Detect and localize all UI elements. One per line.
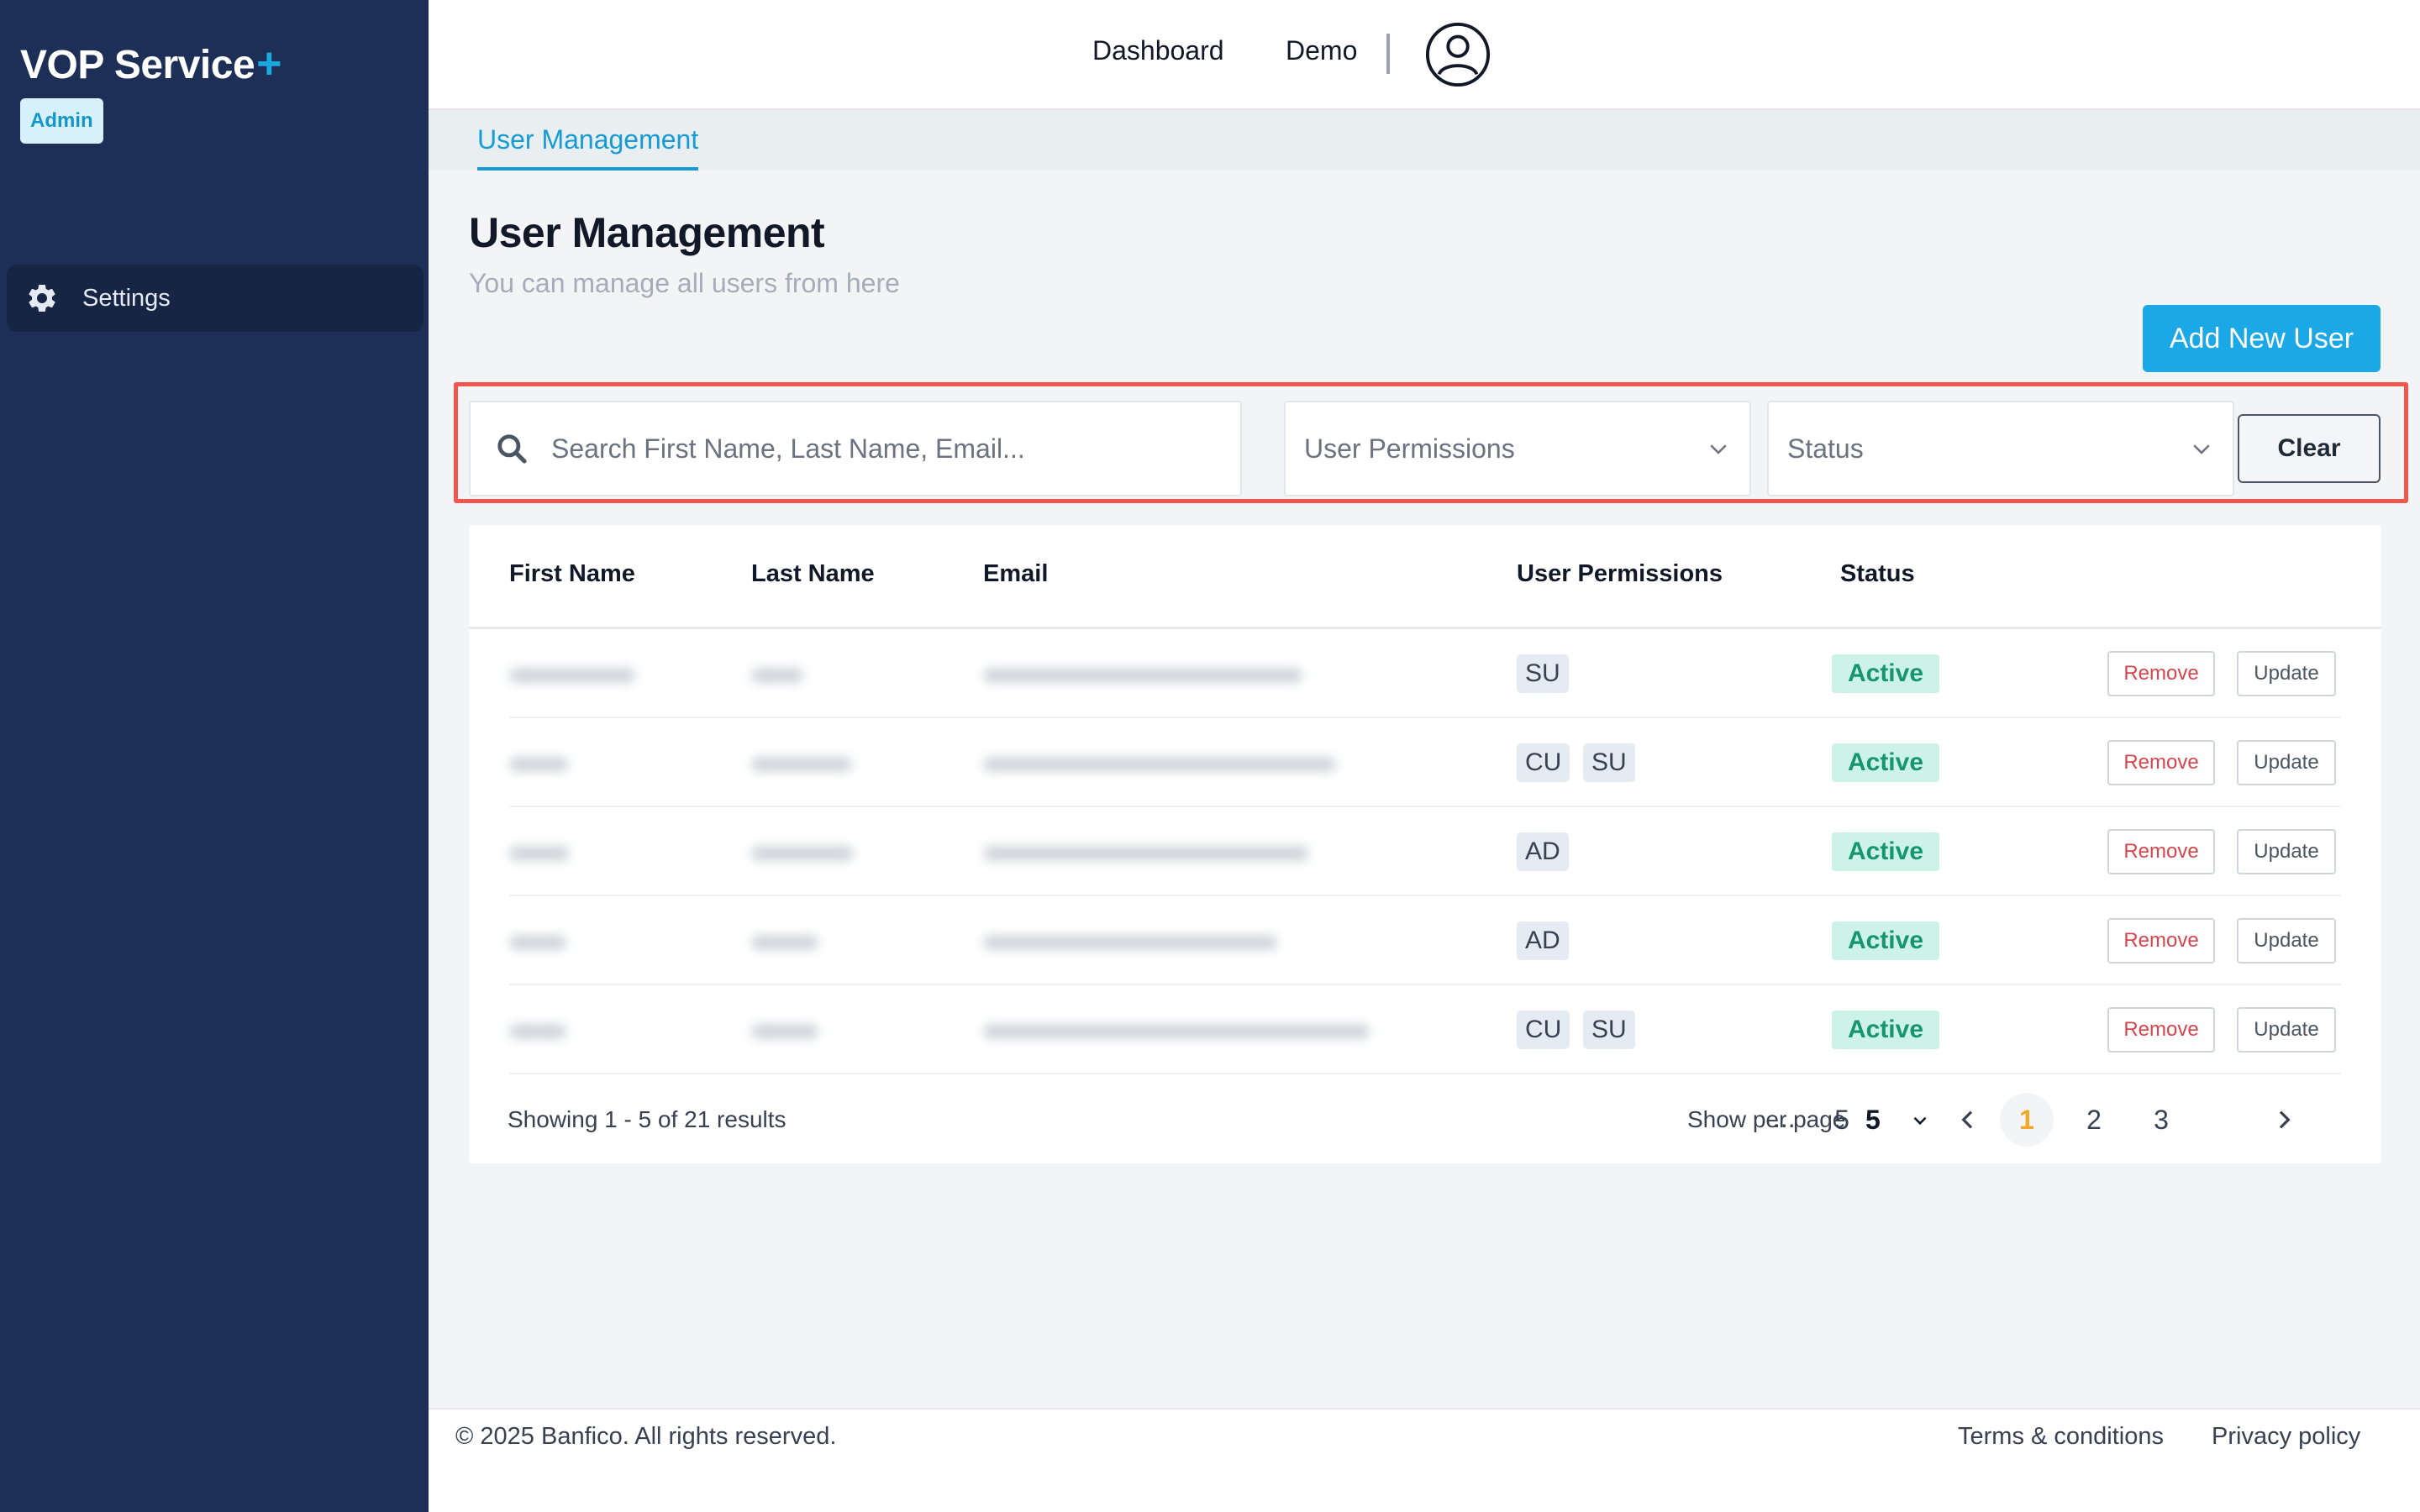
status-badge: Active (1832, 1011, 1939, 1049)
search-input[interactable] (551, 402, 1240, 495)
email-redacted (983, 668, 1302, 683)
first-name-redacted (509, 935, 566, 950)
update-user-button[interactable]: Update (2237, 651, 2336, 696)
email-redacted (983, 1024, 1370, 1039)
remove-user-button[interactable]: Remove (2107, 829, 2215, 874)
status-badge: Active (1832, 832, 1939, 871)
terms-link[interactable]: Terms & conditions (1958, 1423, 2164, 1451)
permission-tag: CU (1517, 743, 1570, 782)
update-user-button[interactable]: Update (2237, 1007, 2336, 1053)
gear-icon (29, 284, 55, 312)
table-row: CU SU Active Remove Update (469, 718, 2381, 807)
column-header-email[interactable]: Email (983, 560, 1048, 588)
first-name-redacted (509, 846, 570, 861)
app-root: VOP Service+ Admin Settings Dashboard De… (0, 0, 2420, 1512)
permission-tag: AD (1517, 921, 1569, 960)
brand-name: VOP Service (20, 43, 255, 87)
copyright-text: © 2025 Banfico. All rights reserved. (455, 1423, 837, 1450)
table-row: AD Active Remove Update (469, 807, 2381, 896)
table-row: AD Active Remove Update (469, 896, 2381, 985)
column-header-user-permissions[interactable]: User Permissions (1517, 560, 1723, 588)
update-user-button[interactable]: Update (2237, 829, 2336, 874)
user-permissions-select[interactable]: User Permissions (1284, 401, 1751, 496)
status-select-value: Status (1787, 433, 1864, 464)
table-header: First Name Last Name Email User Permissi… (469, 525, 2381, 629)
table-row: CU SU Active Remove Update (469, 985, 2381, 1074)
last-name-redacted (751, 1024, 818, 1039)
page-button-1[interactable]: 1 (2000, 1093, 2054, 1147)
sidebar: VOP Service+ Admin Settings (0, 0, 429, 1512)
last-name-redacted (751, 846, 854, 861)
page-button-2[interactable]: 2 (2067, 1093, 2121, 1147)
status-select[interactable]: Status (1767, 401, 2234, 496)
status-badge: Active (1832, 654, 1939, 693)
search-icon (497, 434, 527, 464)
page-button-5[interactable]: 5 (1815, 1093, 1869, 1147)
topbar-divider (1386, 34, 1390, 74)
brand-plus-icon: + (256, 39, 282, 88)
search-box[interactable] (469, 401, 1242, 496)
update-user-button[interactable]: Update (2237, 918, 2336, 963)
topbar: Dashboard Demo (429, 0, 2420, 110)
page-ellipsis: ... (1773, 1103, 1796, 1133)
pagination-bar: Showing 1 - 5 of 21 results Show per pag… (469, 1073, 2381, 1163)
chevron-down-icon[interactable] (1909, 1110, 1931, 1131)
first-name-redacted (509, 1024, 566, 1039)
last-name-redacted (751, 935, 818, 950)
remove-user-button[interactable]: Remove (2107, 740, 2215, 785)
role-badge: Admin (20, 98, 103, 144)
chevron-left-icon[interactable] (1954, 1106, 1981, 1133)
tab-user-management[interactable]: User Management (477, 124, 699, 171)
permission-tag: CU (1517, 1011, 1570, 1049)
permission-tag: SU (1583, 743, 1635, 782)
column-header-last-name[interactable]: Last Name (751, 560, 875, 588)
remove-user-button[interactable]: Remove (2107, 1007, 2215, 1053)
remove-user-button[interactable]: Remove (2107, 651, 2215, 696)
last-name-redacted (751, 668, 803, 683)
page-subtitle: You can manage all users from here (469, 268, 900, 298)
first-name-redacted (509, 757, 568, 772)
table-row: SU Active Remove Update (469, 629, 2381, 718)
column-header-status[interactable]: Status (1840, 560, 1915, 588)
main-content: User Management You can manage all users… (429, 171, 2420, 1408)
nav-demo-link[interactable]: Demo (1286, 35, 1357, 66)
chevron-right-icon[interactable] (2270, 1106, 2297, 1133)
status-badge: Active (1832, 921, 1939, 960)
permission-tag: AD (1517, 832, 1569, 871)
sidebar-item-label: Settings (82, 284, 171, 312)
chevron-down-icon (1710, 444, 1727, 454)
user-permissions-select-value: User Permissions (1304, 433, 1515, 464)
status-badge: Active (1832, 743, 1939, 782)
page-title: User Management (469, 209, 825, 256)
remove-user-button[interactable]: Remove (2107, 918, 2215, 963)
email-redacted (983, 757, 1336, 772)
users-table: First Name Last Name Email User Permissi… (469, 525, 2381, 1163)
brand-logo[interactable]: VOP Service+ (20, 39, 282, 89)
privacy-link[interactable]: Privacy policy (2212, 1423, 2360, 1451)
tab-strip: User Management (429, 110, 2420, 171)
permission-tag: SU (1583, 1011, 1635, 1049)
column-header-first-name[interactable]: First Name (509, 560, 635, 588)
update-user-button[interactable]: Update (2237, 740, 2336, 785)
permission-tag: SU (1517, 654, 1569, 693)
page-footer: © 2025 Banfico. All rights reserved. Ter… (429, 1408, 2420, 1512)
clear-filters-button[interactable]: Clear (2238, 414, 2381, 483)
first-name-redacted (509, 668, 635, 683)
page-button-3[interactable]: 3 (2134, 1093, 2188, 1147)
last-name-redacted (751, 757, 852, 772)
user-avatar-icon[interactable] (1425, 22, 1491, 87)
add-new-user-button[interactable]: Add New User (2143, 305, 2381, 372)
chevron-down-icon (2193, 444, 2210, 454)
email-redacted (983, 935, 1277, 950)
results-count: Showing 1 - 5 of 21 results (508, 1106, 786, 1132)
email-redacted (983, 846, 1309, 861)
sidebar-item-settings[interactable]: Settings (7, 265, 424, 332)
nav-dashboard-link[interactable]: Dashboard (1092, 35, 1224, 66)
